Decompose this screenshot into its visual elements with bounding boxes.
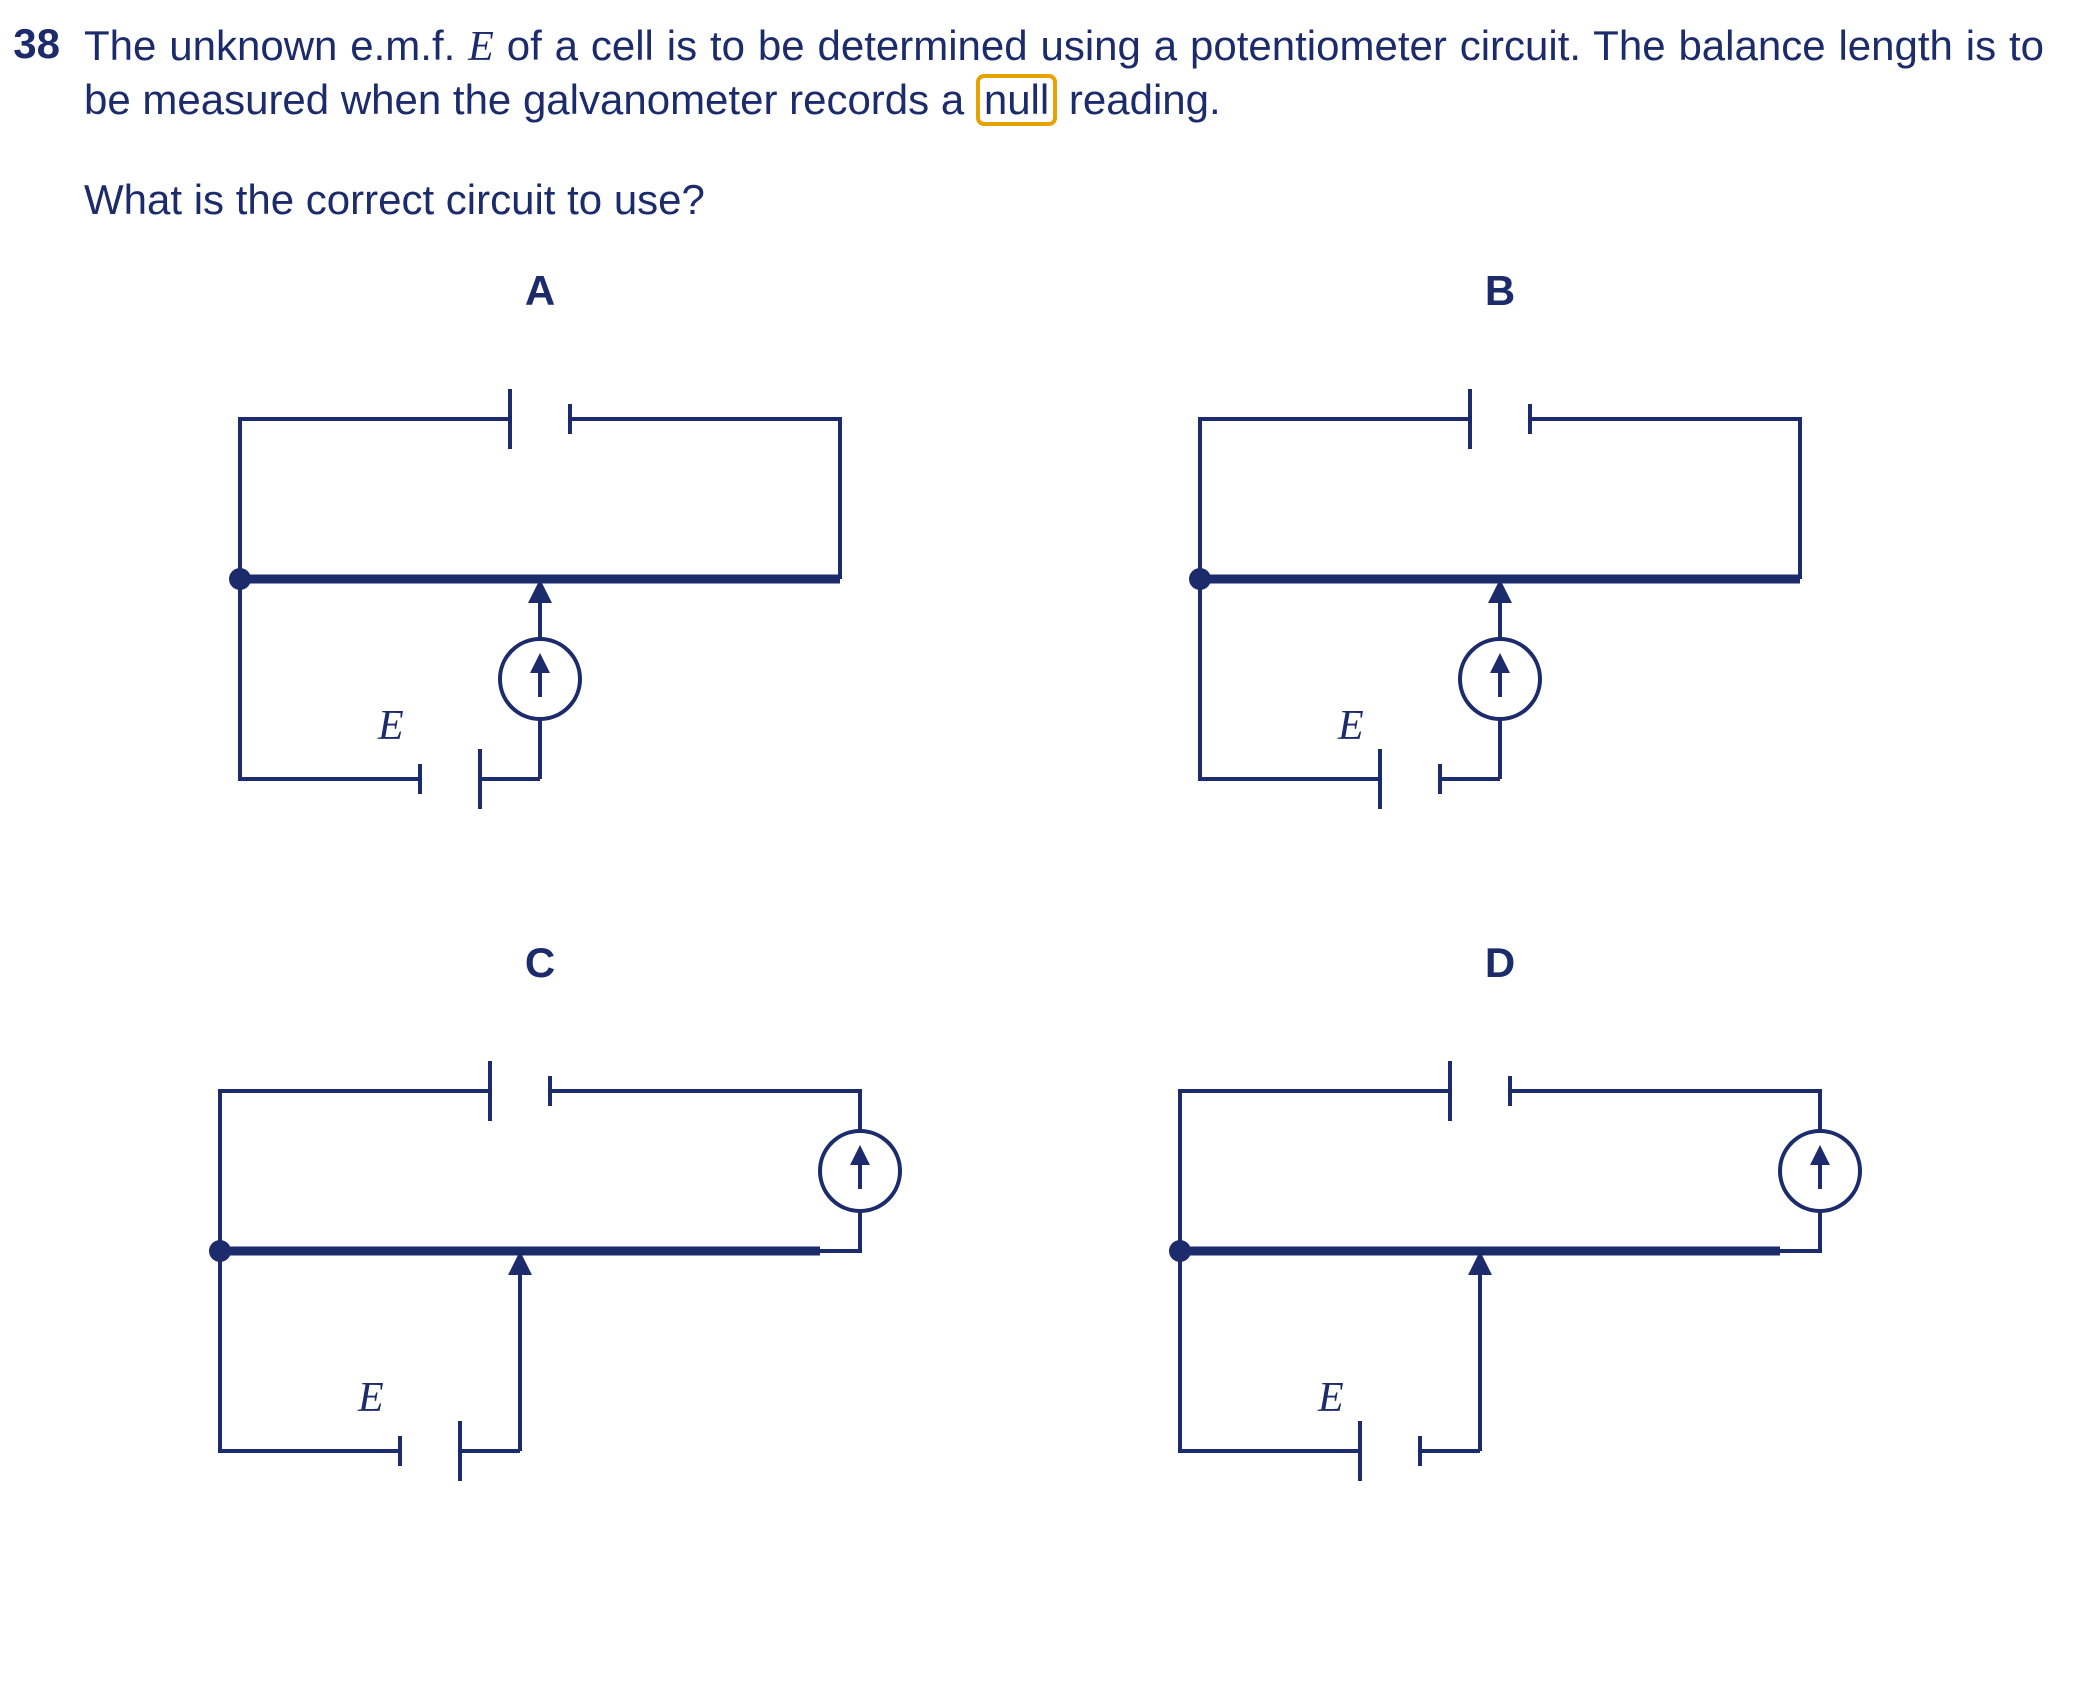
circuit-A-diagram: E: [160, 339, 920, 859]
cell-E-label: E: [1317, 1375, 1344, 1421]
option-B: B: [1080, 267, 1920, 859]
question-number: 38: [0, 20, 60, 68]
jockey-arrow-icon: [1488, 579, 1512, 639]
question-text-part3: reading.: [1057, 76, 1220, 123]
highlighted-word-null: null: [976, 74, 1057, 126]
jockey-arrow-icon: [1468, 1251, 1492, 1451]
options-grid: A: [120, 267, 1920, 1531]
option-A: A: [120, 267, 960, 859]
cell-E-label: E: [377, 703, 404, 749]
galvanometer-icon: [500, 639, 580, 719]
option-A-label: A: [525, 267, 555, 315]
question-prompt: What is the correct circuit to use?: [84, 174, 2044, 227]
option-C-label: C: [525, 939, 555, 987]
option-C: C: [120, 939, 960, 1531]
option-B-label: B: [1485, 267, 1515, 315]
page: 38 The unknown e.m.f. E of a cell is to …: [0, 0, 2089, 1571]
circuit-C-diagram: E: [140, 1011, 940, 1531]
jockey-arrow-icon: [528, 579, 552, 639]
cell-E-label: E: [1337, 703, 1364, 749]
question-text-part1: The unknown e.m.f.: [84, 22, 468, 69]
galvanometer-icon: [1460, 639, 1540, 719]
option-D: D: [1080, 939, 1920, 1531]
option-D-label: D: [1485, 939, 1515, 987]
cell-E-label: E: [357, 1375, 384, 1421]
jockey-arrow-icon: [508, 1251, 532, 1451]
emf-symbol-E: E: [468, 24, 494, 70]
circuit-D-diagram: E: [1100, 1011, 1900, 1531]
circuit-B-diagram: E: [1120, 339, 1880, 859]
galvanometer-icon: [820, 1131, 900, 1211]
question-text: The unknown e.m.f. E of a cell is to be …: [84, 20, 2044, 227]
question-row: 38 The unknown e.m.f. E of a cell is to …: [0, 20, 2049, 227]
galvanometer-icon: [1780, 1131, 1860, 1211]
